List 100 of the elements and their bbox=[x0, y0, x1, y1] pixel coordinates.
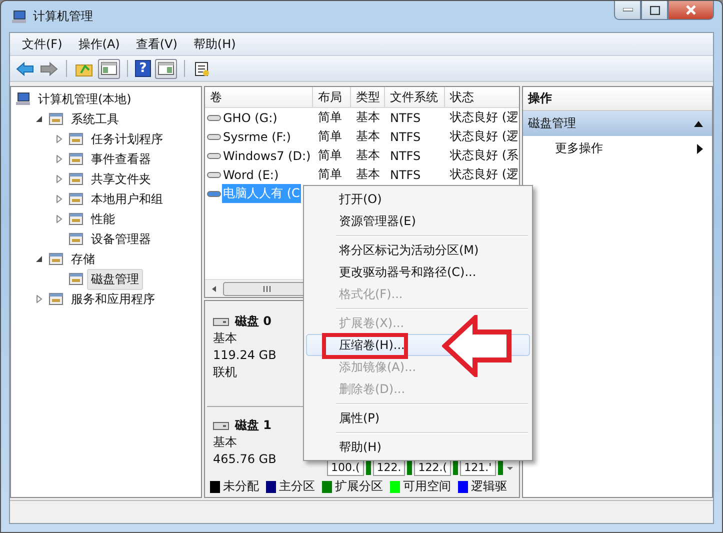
tree-item[interactable]: 磁盘管理 bbox=[87, 268, 143, 290]
disk-type: 基本 bbox=[213, 434, 237, 451]
back-arrow-icon[interactable] bbox=[15, 60, 35, 76]
table-cell-text: 状态良好 (系 bbox=[449, 147, 519, 164]
table-cell-text: NTFS bbox=[389, 148, 422, 162]
expanded-arrow-icon[interactable] bbox=[35, 255, 43, 263]
extended-partition-bar bbox=[453, 460, 458, 475]
drive-icon bbox=[207, 170, 221, 178]
menu-item[interactable]: 查看(V) bbox=[136, 36, 178, 52]
table-cell-text: NTFS bbox=[389, 110, 422, 124]
collapsed-arrow-icon[interactable] bbox=[55, 175, 63, 183]
expanded-arrow-icon[interactable] bbox=[35, 115, 43, 123]
collapsed-arrow-icon[interactable] bbox=[55, 135, 63, 143]
maximize-icon bbox=[650, 6, 660, 14]
disk-name: 磁盘 1 bbox=[235, 417, 272, 434]
drive-icon bbox=[207, 114, 221, 122]
disk-size: 119.24 GB bbox=[213, 347, 276, 364]
menu-item[interactable]: 将分区标记为活动分区(M) bbox=[306, 239, 530, 261]
collapsed-arrow-icon[interactable] bbox=[55, 155, 63, 163]
volume-name[interactable]: Windows7 (D:) bbox=[222, 148, 312, 164]
collapse-up-icon[interactable] bbox=[694, 120, 703, 126]
table-cell-text: 简单 bbox=[317, 128, 343, 145]
menu-item[interactable]: 属性(P) bbox=[306, 407, 530, 429]
show-action-pane-button[interactable] bbox=[155, 58, 177, 78]
table-cell-text: NTFS bbox=[389, 130, 422, 144]
volume-name[interactable]: Sysrme (F:) bbox=[222, 128, 292, 144]
column-header[interactable]: 类型 bbox=[351, 87, 385, 107]
table-cell-text: 基本 bbox=[355, 128, 381, 145]
tree-item[interactable]: 计算机管理(本地) bbox=[34, 88, 136, 110]
tree-item[interactable]: 任务计划程序 bbox=[87, 128, 167, 150]
node-icon bbox=[68, 191, 84, 207]
menu-item[interactable]: 资源管理器(E) bbox=[306, 210, 530, 232]
arrow-drawing bbox=[442, 315, 512, 377]
legend-label: 扩展分区 bbox=[335, 478, 383, 495]
table-cell-text: 基本 bbox=[355, 109, 381, 126]
node-icon bbox=[68, 131, 84, 147]
extended-partition-bar bbox=[407, 460, 412, 475]
computer-icon bbox=[15, 91, 31, 107]
action-link[interactable]: 更多操作 bbox=[555, 140, 603, 157]
forward-arrow-icon[interactable] bbox=[39, 60, 59, 76]
menu-item[interactable]: 文件(F) bbox=[22, 36, 62, 52]
node-icon bbox=[68, 231, 84, 247]
node-icon bbox=[48, 111, 64, 127]
tree-item[interactable]: 设备管理器 bbox=[87, 228, 155, 250]
legend-label: 可用空间 bbox=[403, 478, 451, 495]
window-title: 计算机管理 bbox=[33, 8, 93, 25]
column-header[interactable]: 卷 bbox=[205, 87, 313, 107]
close-icon bbox=[685, 5, 697, 15]
menu-item[interactable]: 更改驱动器号和路径(C)... bbox=[306, 261, 530, 283]
show-tree-button[interactable] bbox=[98, 58, 120, 78]
node-icon bbox=[68, 151, 84, 167]
node-icon bbox=[48, 291, 64, 307]
table-cell-text: 状态良好 (逻 bbox=[449, 109, 519, 126]
disk-status: 联机 bbox=[213, 364, 237, 381]
collapsed-arrow-icon[interactable] bbox=[55, 215, 63, 223]
close-button[interactable] bbox=[668, 1, 714, 20]
tree-item[interactable]: 共享文件夹 bbox=[87, 168, 155, 190]
disk-size: 465.76 GB bbox=[213, 451, 276, 468]
collapsed-arrow-icon[interactable] bbox=[55, 195, 63, 203]
table-cell-text: 基本 bbox=[355, 147, 381, 164]
column-header[interactable]: 布局 bbox=[313, 87, 351, 107]
legend-label: 逻辑驱 bbox=[471, 478, 507, 495]
tree-item[interactable]: 性能 bbox=[87, 208, 119, 230]
table-cell-text: 基本 bbox=[355, 166, 381, 183]
node-icon bbox=[48, 251, 64, 267]
table-cell-text: 简单 bbox=[317, 166, 343, 183]
section-title: 磁盘管理 bbox=[528, 115, 576, 132]
node-icon bbox=[68, 211, 84, 227]
tree-item[interactable]: 事件查看器 bbox=[87, 148, 155, 170]
disk-type: 基本 bbox=[213, 330, 237, 347]
table-cell-text: 状态良好 (逻 bbox=[449, 128, 519, 145]
table-cell-text: 简单 bbox=[317, 109, 343, 126]
table-cell-text: 简单 bbox=[317, 147, 343, 164]
drive-icon bbox=[207, 152, 221, 160]
minimize-button[interactable] bbox=[614, 1, 641, 20]
maximize-button[interactable] bbox=[641, 1, 668, 20]
tree-item[interactable]: 本地用户和组 bbox=[87, 188, 167, 210]
volume-name[interactable]: Word (E:) bbox=[222, 166, 280, 182]
menu-item[interactable]: 帮助(H) bbox=[306, 436, 530, 458]
tree-item[interactable]: 存储 bbox=[67, 248, 99, 270]
tree-item[interactable]: 系统工具 bbox=[67, 108, 123, 130]
volume-name[interactable]: GHO (G:) bbox=[222, 110, 278, 126]
legend-label: 未分配 bbox=[223, 478, 259, 495]
column-header[interactable]: 文件系统 bbox=[385, 87, 445, 107]
table-cell-text: 状态良好 (逻 bbox=[449, 166, 519, 183]
menu-item[interactable]: 操作(A) bbox=[78, 36, 120, 52]
help-button[interactable]: ? bbox=[135, 60, 151, 77]
tree-item[interactable]: 服务和应用程序 bbox=[67, 288, 159, 310]
properties-icon[interactable] bbox=[192, 60, 212, 76]
legend-label: 主分区 bbox=[279, 478, 315, 495]
collapsed-arrow-icon[interactable] bbox=[35, 295, 43, 303]
extended-partition-bar bbox=[498, 460, 503, 475]
actions-section-header[interactable]: 磁盘管理 bbox=[523, 111, 712, 136]
table-cell-text: NTFS bbox=[389, 168, 422, 182]
menu-item[interactable]: 帮助(H) bbox=[193, 36, 236, 52]
extended-partition-bar bbox=[366, 460, 371, 475]
disk-name: 磁盘 0 bbox=[235, 313, 272, 330]
minimize-icon bbox=[622, 8, 632, 12]
drive-icon bbox=[207, 132, 221, 140]
menu-item[interactable]: 打开(O) bbox=[306, 188, 530, 210]
